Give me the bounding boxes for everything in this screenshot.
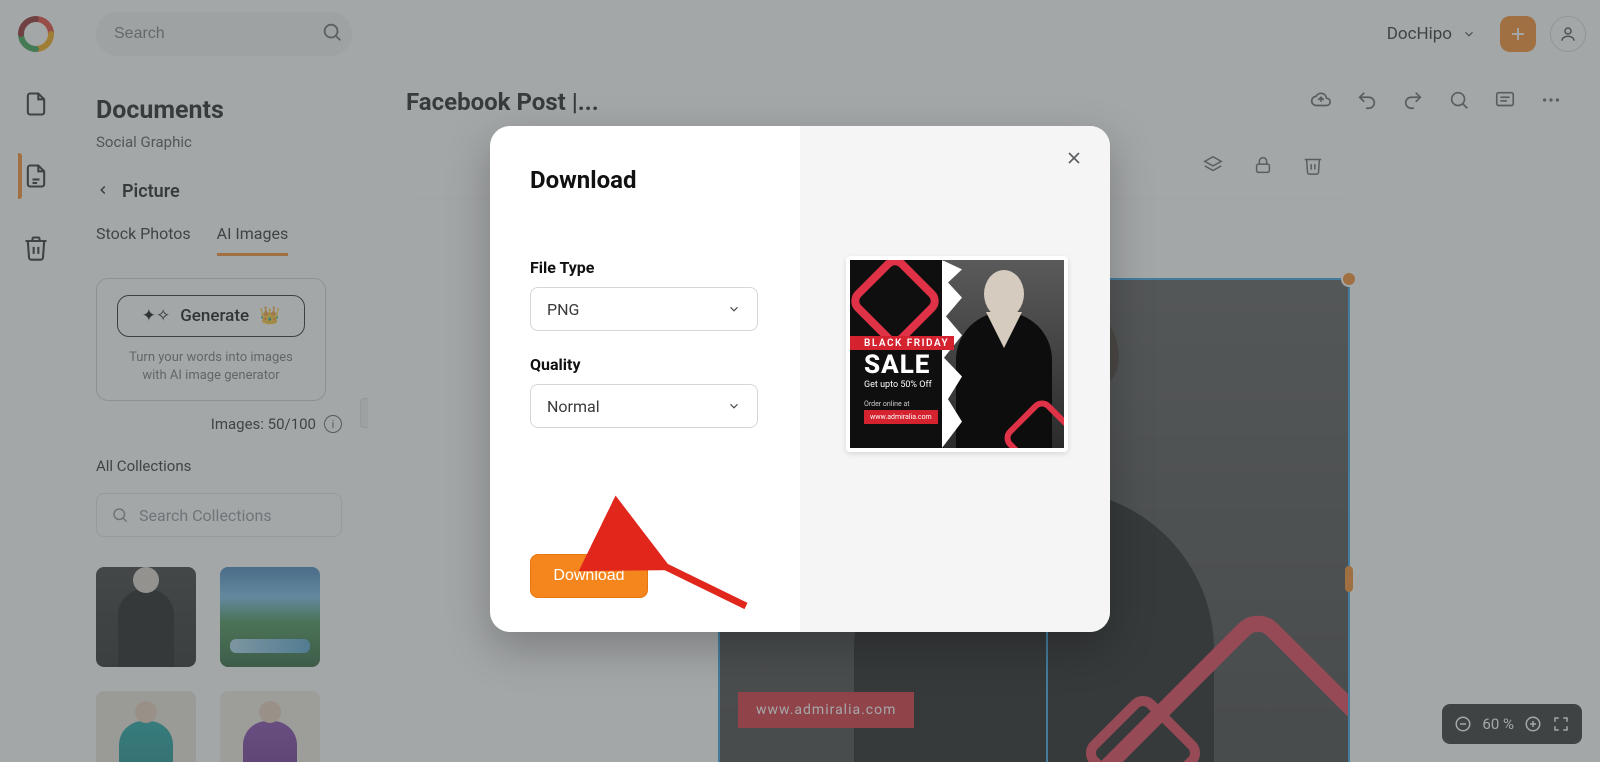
modal-form: Download File Type PNG Quality Normal Do… — [490, 126, 800, 632]
modal-preview-pane: BLACK FRIDAY SALE Get upto 50% Off Order… — [800, 126, 1110, 632]
preview-sub: Get upto 50% Off — [864, 380, 932, 390]
download-preview: BLACK FRIDAY SALE Get upto 50% Off Order… — [846, 256, 1068, 452]
preview-order: Order online at — [864, 400, 910, 408]
chevron-down-icon — [727, 399, 741, 413]
preview-url: www.admiralia.com — [864, 410, 938, 424]
modal-title: Download — [530, 166, 760, 194]
quality-value: Normal — [547, 397, 600, 416]
chevron-down-icon — [727, 302, 741, 316]
file-type-select[interactable]: PNG — [530, 287, 758, 331]
file-type-value: PNG — [547, 300, 579, 319]
download-button[interactable]: Download — [530, 554, 648, 598]
preview-black-friday: BLACK FRIDAY — [864, 338, 949, 349]
file-type-label: File Type — [530, 258, 760, 277]
quality-select[interactable]: Normal — [530, 384, 758, 428]
quality-label: Quality — [530, 355, 760, 374]
close-icon — [1064, 148, 1084, 168]
download-modal: Download File Type PNG Quality Normal Do… — [490, 126, 1110, 632]
close-button[interactable] — [1064, 148, 1084, 172]
preview-sale: SALE — [864, 350, 930, 380]
